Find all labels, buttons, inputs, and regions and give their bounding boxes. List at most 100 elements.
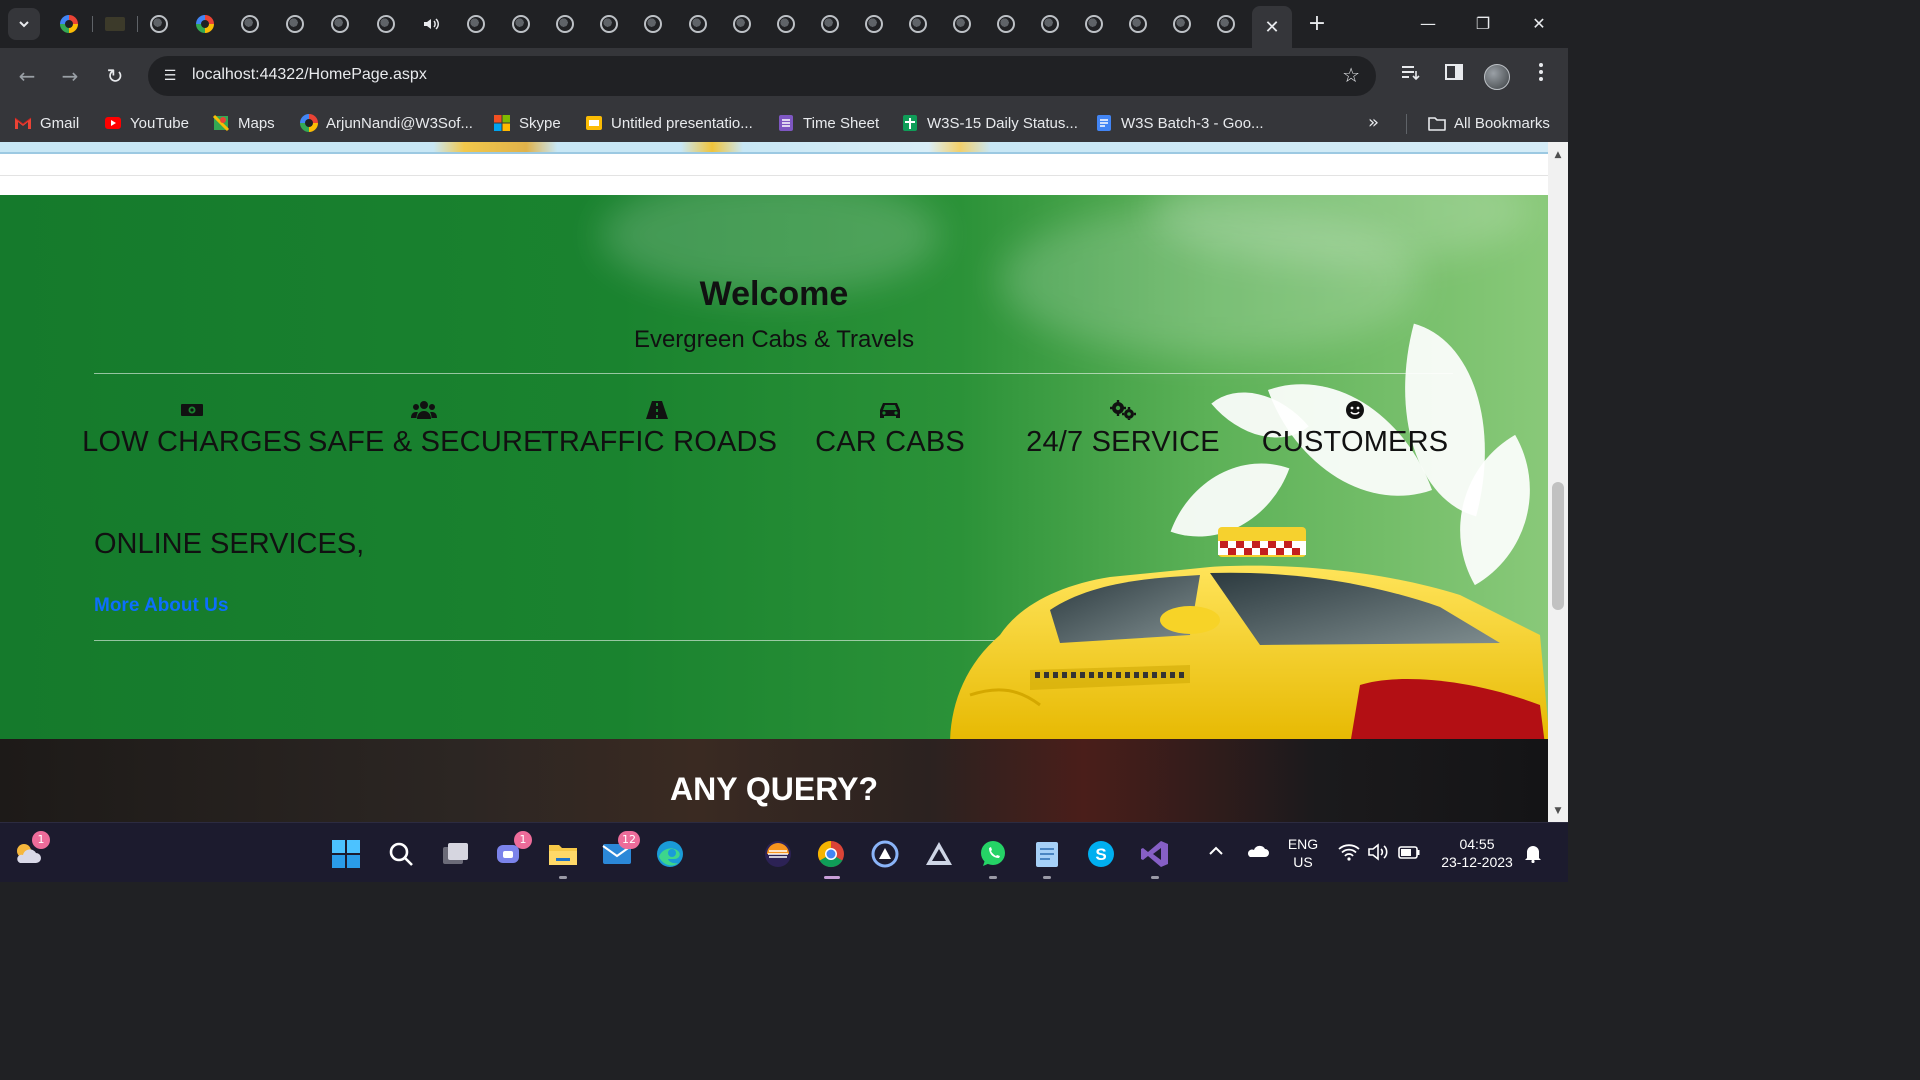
region-code: US — [1293, 854, 1313, 870]
side-panel-icon[interactable] — [1440, 62, 1468, 90]
scroll-down-arrow-icon[interactable]: ▼ — [1552, 806, 1564, 816]
language-indicator[interactable]: ENG US — [1284, 835, 1322, 871]
tab[interactable] — [506, 10, 536, 38]
welcome-divider — [94, 373, 1453, 374]
file-explorer-button[interactable] — [546, 837, 580, 879]
start-button[interactable] — [329, 837, 363, 871]
bookmark-presentation[interactable]: Untitled presentatio... — [585, 112, 753, 134]
tab[interactable] — [1167, 10, 1197, 38]
globe-icon — [997, 15, 1015, 33]
task-view-button[interactable] — [438, 837, 472, 871]
bookmark-label: W3S-15 Daily Status... — [927, 114, 1078, 132]
window-close-button[interactable]: ✕ — [1519, 10, 1559, 38]
scroll-up-arrow-icon[interactable]: ▲ — [1552, 150, 1564, 160]
tab[interactable] — [550, 10, 580, 38]
page-scrollbar[interactable]: ▲ ▼ — [1548, 142, 1568, 822]
weather-widget[interactable]: 1 — [10, 831, 50, 871]
tab[interactable] — [325, 10, 355, 38]
skype-button[interactable]: S — [1084, 837, 1118, 871]
tab[interactable] — [100, 10, 130, 38]
tab[interactable] — [144, 10, 174, 38]
edge-button[interactable] — [653, 837, 687, 871]
bookmark-gmail[interactable]: Gmail — [14, 112, 79, 134]
tab[interactable] — [1079, 10, 1109, 38]
tab[interactable] — [416, 10, 446, 38]
more-about-us-link[interactable]: More About Us — [94, 595, 228, 617]
bookmark-daily-status[interactable]: W3S-15 Daily Status... — [901, 112, 1078, 134]
globe-icon — [689, 15, 707, 33]
tab[interactable] — [638, 10, 668, 38]
tab[interactable] — [991, 10, 1021, 38]
windows-taskbar: 1 1 12 S ENG US 04:55 23-12-2023 — [0, 822, 1568, 882]
tab[interactable] — [859, 10, 889, 38]
tab[interactable] — [727, 10, 757, 38]
reload-button[interactable]: ↻ — [101, 62, 129, 90]
tab[interactable] — [235, 10, 265, 38]
tab[interactable] — [371, 10, 401, 38]
online-services-heading: ONLINE SERVICES, — [94, 528, 365, 560]
audio-playing-icon — [424, 18, 439, 30]
tab[interactable] — [903, 10, 933, 38]
tab-search-button[interactable] — [8, 8, 40, 40]
address-url[interactable]: localhost:44322/HomePage.aspx — [192, 66, 427, 84]
reading-list-icon[interactable] — [1396, 62, 1424, 90]
minimize-button[interactable]: — — [1408, 10, 1448, 38]
page-viewport: Welcome Evergreen Cabs & Travels LOW CHA… — [0, 142, 1568, 822]
volume-icon[interactable] — [1367, 843, 1389, 865]
close-icon[interactable]: ✕ — [1264, 17, 1279, 38]
scrollbar-thumb[interactable] — [1552, 482, 1564, 610]
wifi-icon[interactable] — [1338, 843, 1360, 865]
tab[interactable] — [594, 10, 624, 38]
kebab-menu-icon[interactable] — [1527, 62, 1555, 90]
visual-studio-button[interactable] — [1138, 837, 1172, 879]
azure-data-studio-button[interactable] — [868, 837, 902, 871]
restore-button[interactable]: ❐ — [1463, 10, 1503, 38]
forward-button[interactable]: → — [56, 62, 84, 90]
eclipse-button[interactable] — [761, 837, 795, 871]
running-indicator — [559, 876, 567, 879]
tab[interactable] — [1211, 10, 1241, 38]
battery-icon[interactable] — [1397, 843, 1421, 865]
bookmark-maps[interactable]: Maps — [212, 112, 275, 134]
mail-button[interactable]: 12 — [600, 831, 640, 871]
tab[interactable] — [54, 10, 84, 38]
onedrive-icon[interactable] — [1245, 843, 1269, 863]
clock[interactable]: 04:55 23-12-2023 — [1430, 835, 1524, 871]
site-info-icon[interactable]: ☰ — [158, 64, 182, 88]
address-bar[interactable]: ☰ localhost:44322/HomePage.aspx ☆ — [148, 56, 1376, 96]
edge-icon — [657, 841, 683, 867]
tab[interactable] — [947, 10, 977, 38]
back-button[interactable]: ← — [13, 62, 41, 90]
all-bookmarks-button[interactable]: All Bookmarks — [1428, 112, 1550, 134]
tab[interactable] — [280, 10, 310, 38]
taskbar-search-button[interactable] — [384, 837, 418, 871]
tab[interactable] — [815, 10, 845, 38]
teams-chat-button[interactable]: 1 — [492, 831, 532, 871]
bookmark-youtube[interactable]: YouTube — [104, 112, 189, 134]
whatsapp-button[interactable] — [976, 837, 1010, 879]
notification-bell-icon[interactable] — [1524, 843, 1542, 867]
app-triangle-button[interactable] — [922, 837, 956, 871]
tab[interactable] — [1123, 10, 1153, 38]
new-tab-button[interactable]: + — [1305, 12, 1329, 36]
tab[interactable] — [1035, 10, 1065, 38]
welcome-title: Welcome — [699, 275, 849, 313]
bookmark-time-sheet[interactable]: Time Sheet — [777, 112, 879, 134]
profile-avatar[interactable] — [1484, 64, 1510, 90]
tab[interactable] — [683, 10, 713, 38]
tab[interactable] — [771, 10, 801, 38]
bookmark-batch3[interactable]: W3S Batch-3 - Goo... — [1095, 112, 1264, 134]
bookmark-star-icon[interactable]: ☆ — [1342, 63, 1360, 87]
bookmarks-bar: Gmail YouTube Maps ArjunNandi@W3Sof... S… — [0, 104, 1568, 142]
chrome-button[interactable] — [814, 837, 848, 879]
tab[interactable] — [461, 10, 491, 38]
bookmark-google-account[interactable]: ArjunNandi@W3Sof... — [300, 112, 473, 134]
chevron-up-icon[interactable] — [1208, 843, 1224, 862]
bookmarks-overflow-button[interactable]: » — [1368, 112, 1379, 133]
globe-icon — [600, 15, 618, 33]
feature-label: LOW CHARGES — [82, 426, 302, 458]
tab[interactable] — [190, 10, 220, 38]
active-tab[interactable]: ✕ — [1252, 6, 1292, 48]
notepad-button[interactable] — [1030, 837, 1064, 879]
bookmark-skype[interactable]: Skype — [493, 112, 561, 134]
